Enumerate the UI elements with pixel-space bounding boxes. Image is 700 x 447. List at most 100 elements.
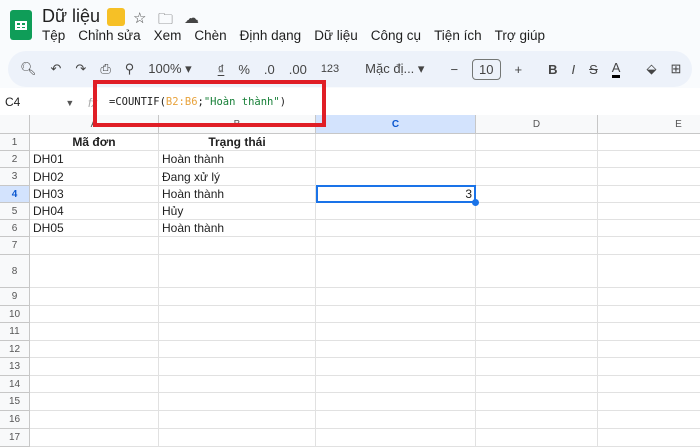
row-header-8[interactable]: 8 [0,255,30,288]
menu-item[interactable]: Chỉnh sửa [78,28,140,43]
menu-item[interactable]: Xem [154,28,182,43]
column-header-d[interactable]: D [476,115,598,134]
decrease-decimal-button[interactable]: .0 [264,62,275,77]
cell-E16[interactable] [598,411,700,429]
cell-D4[interactable] [476,186,598,203]
row-header-10[interactable]: 10 [0,306,30,323]
cell-E7[interactable] [598,237,700,255]
cell-A14[interactable] [30,376,159,393]
row-header-1[interactable]: 1 [0,134,30,151]
select-all-corner[interactable] [0,115,30,134]
cell-B5[interactable]: Hủy [159,203,316,220]
font-size-decrease[interactable]: − [450,62,458,77]
cell-C7[interactable] [316,237,476,255]
cell-D10[interactable] [476,306,598,323]
cell-D3[interactable] [476,168,598,186]
extension-icon[interactable] [107,8,125,26]
cell-D17[interactable] [476,429,598,447]
row-header-16[interactable]: 16 [0,411,30,429]
cell-A10[interactable] [30,306,159,323]
borders-icon[interactable]: ⊞ [670,61,681,77]
cell-D7[interactable] [476,237,598,255]
menu-item[interactable]: Tiện ích [434,28,482,43]
menu-item[interactable]: Tệp [42,28,65,43]
cell-B8[interactable] [159,255,316,288]
column-header-c[interactable]: C [316,115,476,134]
cell-A8[interactable] [30,255,159,288]
menu-item[interactable]: Dữ liệu [314,28,358,43]
cell-E17[interactable] [598,429,700,447]
cell-A2[interactable]: DH01 [30,151,159,168]
cell-C16[interactable] [316,411,476,429]
cell-E6[interactable] [598,220,700,237]
cell-B15[interactable] [159,393,316,411]
cell-B17[interactable] [159,429,316,447]
increase-decimal-button[interactable]: .00 [289,62,307,77]
cell-E8[interactable] [598,255,700,288]
cell-C3[interactable] [316,168,476,186]
percent-button[interactable]: % [238,62,250,77]
cell-C8[interactable] [316,255,476,288]
cell-A13[interactable] [30,358,159,376]
row-header-7[interactable]: 7 [0,237,30,255]
cell-C5[interactable] [316,203,476,220]
cloud-icon[interactable]: ☁ [184,9,199,27]
cell-B6[interactable]: Hoàn thành [159,220,316,237]
strikethrough-button[interactable]: S [589,62,598,77]
text-color-button[interactable]: A [611,60,621,78]
zoom-select[interactable]: 100% ▾ [148,61,191,77]
cell-C6[interactable] [316,220,476,237]
menu-item[interactable]: Trợ giúp [495,28,545,43]
cell-C12[interactable] [316,341,476,358]
italic-button[interactable]: I [571,62,575,77]
cell-B2[interactable]: Hoàn thành [159,151,316,168]
row-header-15[interactable]: 15 [0,393,30,411]
row-header-3[interactable]: 3 [0,168,30,186]
cell-E9[interactable] [598,288,700,306]
cell-C11[interactable] [316,323,476,341]
cell-A4[interactable]: DH03 [30,186,159,203]
cell-A1[interactable]: Mã đơn [30,134,159,151]
menu-item[interactable]: Chèn [194,28,226,43]
cell-E12[interactable] [598,341,700,358]
cell-A3[interactable]: DH02 [30,168,159,186]
doc-title[interactable]: Dữ liệu [42,6,100,27]
cell-B14[interactable] [159,376,316,393]
cell-C14[interactable] [316,376,476,393]
cell-B13[interactable] [159,358,316,376]
print-icon[interactable]: ⎙ [100,61,110,77]
row-header-11[interactable]: 11 [0,323,30,341]
cell-E11[interactable] [598,323,700,341]
row-header-2[interactable]: 2 [0,151,30,168]
cell-D8[interactable] [476,255,598,288]
cell-A9[interactable] [30,288,159,306]
redo-icon[interactable]: ↷ [75,61,86,77]
undo-icon[interactable]: ↶ [51,61,62,77]
cell-E1[interactable] [598,134,700,151]
cell-D14[interactable] [476,376,598,393]
cell-E14[interactable] [598,376,700,393]
cell-E2[interactable] [598,151,700,168]
cell-A6[interactable]: DH05 [30,220,159,237]
cell-D13[interactable] [476,358,598,376]
column-header-e[interactable]: E [598,115,700,134]
cell-A17[interactable] [30,429,159,447]
star-icon[interactable]: ☆ [133,9,146,27]
cell-B7[interactable] [159,237,316,255]
cell-B12[interactable] [159,341,316,358]
cell-C15[interactable] [316,393,476,411]
cell-B10[interactable] [159,306,316,323]
row-header-13[interactable]: 13 [0,358,30,376]
cell-C17[interactable] [316,429,476,447]
cell-B11[interactable] [159,323,316,341]
cell-C1[interactable] [316,134,476,151]
cell-A5[interactable]: DH04 [30,203,159,220]
cell-D2[interactable] [476,151,598,168]
row-header-5[interactable]: 5 [0,203,30,220]
cell-A11[interactable] [30,323,159,341]
cell-B4[interactable]: Hoàn thành [159,186,316,203]
cell-E15[interactable] [598,393,700,411]
font-size-input[interactable]: 10 [472,58,501,80]
cell-D15[interactable] [476,393,598,411]
cell-C2[interactable] [316,151,476,168]
